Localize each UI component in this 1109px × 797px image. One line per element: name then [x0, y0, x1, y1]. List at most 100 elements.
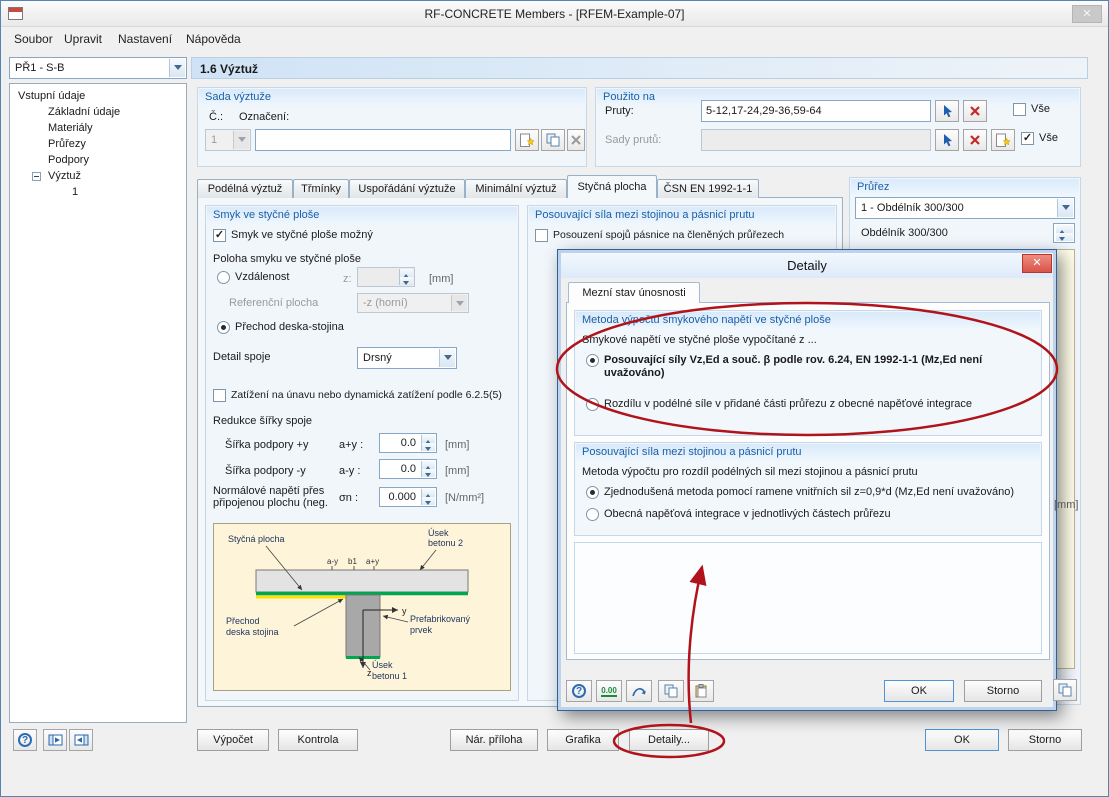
pruty-vse-label: Vše	[1031, 103, 1050, 115]
dialog-storno-button[interactable]: Storno	[964, 680, 1042, 702]
sady-pick-button[interactable]	[935, 129, 959, 151]
tab-stycna-plocha[interactable]: Styčná plocha	[567, 175, 657, 198]
spinner-buttons[interactable]	[421, 435, 435, 451]
storno-button[interactable]: Storno	[1008, 729, 1082, 751]
sigma-label: σn :	[339, 492, 359, 504]
pruty-input[interactable]: 5-12,17-24,29-36,59-64	[701, 100, 931, 122]
radio-icon	[217, 271, 230, 284]
tab-usporadani-vyztuze[interactable]: Uspořádání výztuže	[349, 179, 465, 198]
tab-csn-en[interactable]: ČSN EN 1992-1-1	[657, 179, 759, 198]
radio-icon	[586, 354, 599, 367]
kontrola-button[interactable]: Kontrola	[278, 729, 358, 751]
radio-vzdalenost-label: Vzdálenost	[235, 271, 290, 283]
tree-item-vyztuz-1[interactable]: 1	[72, 186, 78, 198]
chevron-down-icon	[451, 295, 467, 311]
prurez-combo[interactable]: 1 - Obdélník 300/300	[855, 197, 1075, 219]
narodni-priloha-button[interactable]: Nár. příloha	[450, 729, 538, 751]
posouzeni-spoju-checkbox[interactable]: Posouzení spojů pásnice na členěných prů…	[535, 229, 831, 242]
delete-set-button[interactable]	[567, 129, 585, 151]
tree-item-podpory[interactable]: Podpory	[48, 154, 89, 166]
tab-podelna-vyztuz[interactable]: Podélná výztuž	[197, 179, 293, 198]
svg-text:deska stojina: deska stojina	[226, 627, 279, 637]
menu-upravit[interactable]: Upravit	[59, 31, 107, 47]
menu-nastaveni[interactable]: Nastavení	[113, 31, 177, 47]
new-set-button[interactable]	[515, 129, 539, 151]
svg-text:prvek: prvek	[410, 625, 433, 635]
grafika-button[interactable]: Grafika	[547, 729, 619, 751]
select-cursor-icon	[943, 105, 952, 118]
section-stepper[interactable]	[1053, 223, 1075, 243]
pruty-vse-checkbox[interactable]: Vše	[1013, 103, 1050, 116]
chevron-down-icon[interactable]	[233, 131, 249, 149]
ok-button[interactable]: OK	[925, 729, 999, 751]
radio-prechod-deska-stojina[interactable]: Přechod deska-stojina	[217, 321, 344, 334]
dialog-tab-mezni-stav[interactable]: Mezní stav únosnosti	[568, 282, 700, 303]
a-plus-spinner[interactable]: 0.0	[379, 433, 437, 453]
tree-item-prurezy[interactable]: Průřezy	[48, 138, 86, 150]
a-minus-spinner[interactable]: 0.0	[379, 459, 437, 479]
unava-checkbox[interactable]: Zatížení na únavu nebo dynamická zatížen…	[213, 389, 513, 402]
copy-section-button[interactable]	[1053, 679, 1077, 701]
new-sady-button[interactable]	[991, 129, 1015, 151]
curve-icon	[632, 687, 646, 696]
detaily-button[interactable]: Detaily...	[629, 729, 709, 751]
detail-spoje-combo[interactable]: Drsný	[357, 347, 457, 369]
sada-no-combo[interactable]: 1	[205, 129, 251, 151]
radio-vzdalenost[interactable]: Vzdálenost	[217, 271, 289, 284]
paste-params-button[interactable]	[688, 680, 714, 702]
sada-desc-input[interactable]	[255, 129, 511, 151]
tree-item-materialy[interactable]: Materiály	[48, 122, 93, 134]
tree-root-vstupni-udaje[interactable]: Vstupní údaje	[18, 90, 85, 102]
detail-spoje-value: Drsný	[363, 352, 392, 364]
smyk-mozny-checkbox[interactable]: ✓ Smyk ve styčné ploše možný	[213, 229, 373, 242]
poloha-label: Poloha smyku ve styčné ploše	[213, 253, 361, 265]
copy-params-button[interactable]	[658, 680, 684, 702]
sigma-spinner[interactable]: 0.000	[379, 487, 437, 507]
pruty-pick-button[interactable]	[935, 100, 959, 122]
vypocet-button[interactable]: Výpočet	[197, 729, 269, 751]
collapse-icon[interactable]	[32, 172, 41, 181]
menu-napoveda[interactable]: Nápověda	[181, 31, 246, 47]
dialog-help-button[interactable]: ?	[566, 680, 592, 702]
window-close-button[interactable]: ✕	[1072, 5, 1102, 23]
group-smyk-title: Smyk ve styčné ploše	[207, 207, 517, 224]
copy-icon	[546, 133, 559, 147]
close-icon: ✕	[1032, 257, 1042, 269]
decimal-places-button[interactable]: 0.00	[596, 680, 622, 702]
copy-set-button[interactable]	[541, 129, 565, 151]
chevron-down-icon[interactable]	[169, 59, 185, 77]
tree-item-vyztuz[interactable]: Výztuž	[48, 170, 81, 182]
dialog-radio-zjednodusena[interactable]: Zjednodušená metoda pomocí ramene vnitřn…	[586, 486, 1026, 499]
sada-desc-label: Označení:	[239, 111, 290, 123]
z-unit: [mm]	[429, 273, 454, 285]
chevron-down-icon[interactable]	[1057, 199, 1073, 217]
tab-minimalni-vyztuz[interactable]: Minimální výztuž	[465, 179, 567, 198]
z-spinner	[357, 267, 415, 287]
units-button[interactable]	[626, 680, 652, 702]
sigma-unit: [N/mm²]	[445, 492, 485, 504]
menu-bar: Soubor Upravit Nastavení Nápověda	[1, 27, 1108, 49]
connection-diagram: y z a-y b1 a+y Styčná plocha Úsek betonu…	[213, 523, 511, 691]
dialog-radio-rozdil-sil[interactable]: Rozdílu v podélné síle v přidané části p…	[586, 398, 1026, 411]
dialog-radio4-label: Obecná napěťová integrace v jednotlivých…	[604, 508, 891, 520]
group-prurez-title: Průřez	[851, 179, 1079, 196]
sady-delete-button[interactable]	[963, 129, 987, 151]
menu-soubor[interactable]: Soubor	[9, 31, 58, 47]
tree-item-zakladni-udaje[interactable]: Základní údaje	[48, 106, 120, 118]
chevron-down-icon[interactable]	[439, 349, 455, 367]
tab-trminky[interactable]: Třmínky	[293, 179, 349, 198]
toggle-panel-button-2[interactable]	[69, 729, 93, 751]
dialog-radio-posouvajici-sily[interactable]: Posouvající síly Vz,Ed a souč. β podle r…	[586, 354, 1026, 380]
sady-vse-checkbox[interactable]: ✓ Vše	[1021, 132, 1058, 145]
dialog-close-button[interactable]: ✕	[1022, 254, 1052, 273]
spinner-buttons[interactable]	[1053, 225, 1073, 241]
dialog-ok-button[interactable]: OK	[884, 680, 954, 702]
pruty-delete-button[interactable]	[963, 100, 987, 122]
dialog-radio-obecna[interactable]: Obecná napěťová integrace v jednotlivých…	[586, 508, 1026, 521]
spinner-buttons[interactable]	[421, 461, 435, 477]
toggle-panel-button-1[interactable]	[43, 729, 67, 751]
case-selector[interactable]: PŘ1 - S-B	[9, 57, 187, 79]
a-plus-unit: [mm]	[445, 439, 470, 451]
spinner-buttons[interactable]	[421, 489, 435, 505]
help-button[interactable]: ?	[13, 729, 37, 751]
